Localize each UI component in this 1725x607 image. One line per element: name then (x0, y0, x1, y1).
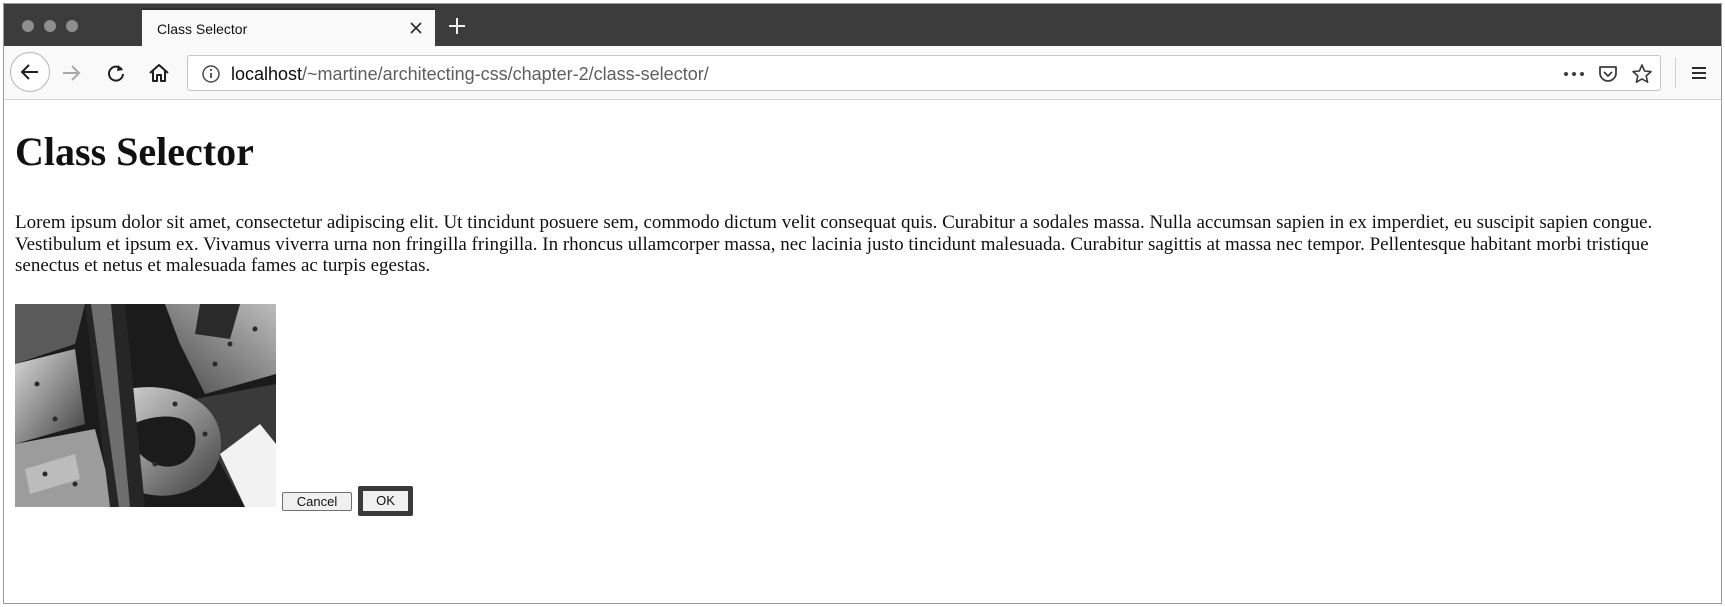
close-window-dot[interactable] (22, 20, 34, 32)
minimize-window-dot[interactable] (44, 20, 56, 32)
toolbar-separator (1675, 58, 1676, 88)
url-host: localhost (231, 64, 303, 84)
back-arrow-icon[interactable] (10, 52, 50, 92)
more-icon[interactable] (1562, 65, 1586, 83)
url-path: /~martine/architecting-css/chapter-2/cla… (302, 64, 709, 84)
plus-icon[interactable] (448, 17, 466, 35)
close-icon[interactable] (407, 19, 425, 37)
tab-title: Class Selector (157, 21, 248, 37)
ok-button[interactable]: OK (358, 486, 413, 516)
tab-class-selector[interactable]: Class Selector (142, 8, 435, 46)
reload-icon[interactable] (103, 60, 129, 86)
address-bar[interactable]: localhost/~martine/architecting-css/chap… (187, 55, 1661, 91)
page-viewport: Class Selector Lorem ipsum dolor sit ame… (4, 101, 1721, 603)
forward-arrow-icon[interactable] (58, 60, 84, 86)
navigation-toolbar: localhost/~martine/architecting-css/chap… (4, 46, 1721, 100)
page-heading: Class Selector (15, 129, 254, 174)
tab-strip: Class Selector (4, 4, 1721, 46)
cancel-button[interactable]: Cancel (282, 492, 352, 511)
zoom-window-dot[interactable] (66, 20, 78, 32)
home-icon[interactable] (146, 60, 172, 86)
lorem-paragraph: Lorem ipsum dolor sit amet, consectetur … (15, 212, 1653, 276)
metal-letters-image (15, 304, 276, 507)
info-icon[interactable] (201, 64, 221, 84)
browser-window: Class Selector localhost/~martine/archit… (3, 3, 1722, 604)
hamburger-menu-icon[interactable] (1687, 61, 1711, 85)
url-text: localhost/~martine/architecting-css/chap… (231, 64, 709, 85)
star-icon[interactable] (1631, 63, 1653, 85)
pocket-icon[interactable] (1597, 63, 1619, 85)
